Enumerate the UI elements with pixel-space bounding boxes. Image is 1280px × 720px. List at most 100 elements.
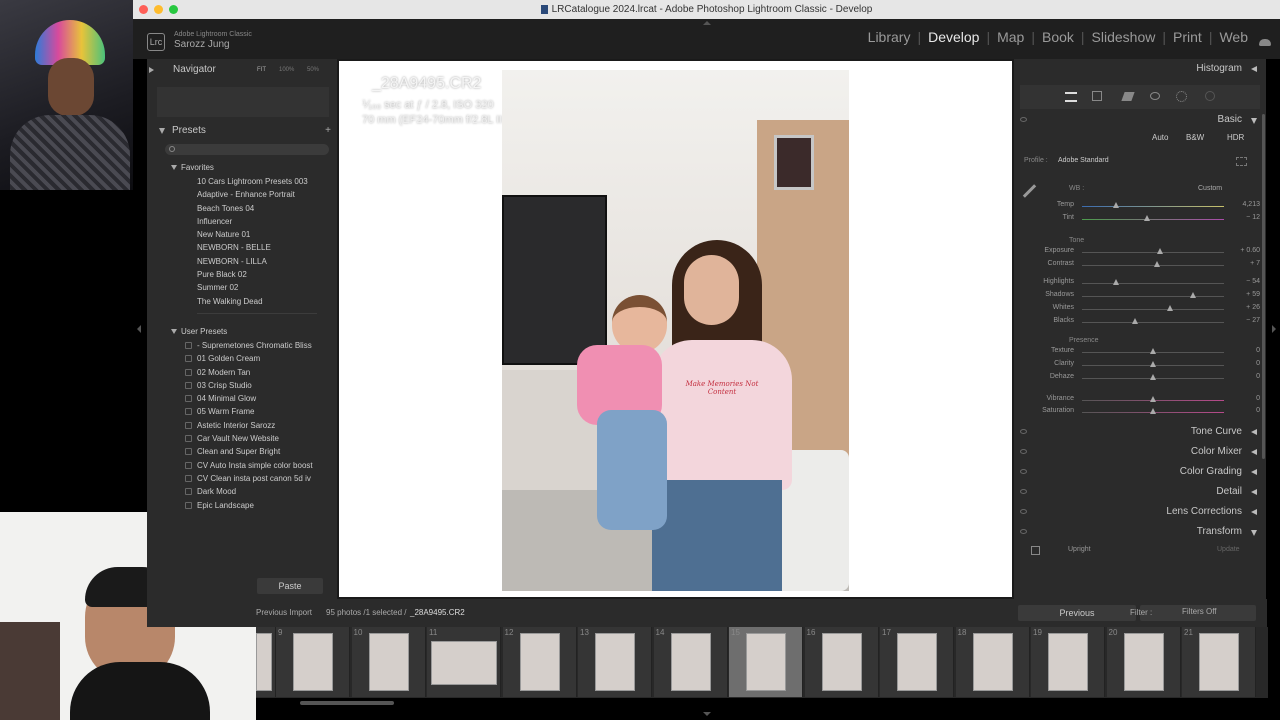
slider-value[interactable]: + 7 (1214, 260, 1260, 267)
presets-header[interactable]: Presets + (147, 122, 337, 140)
preset-item[interactable]: Beach Tones 04 (147, 202, 337, 215)
close-window-button[interactable] (139, 5, 148, 14)
hdr-button[interactable]: HDR (1227, 133, 1244, 142)
slider-whites[interactable]: Whites + 26 (1034, 304, 1260, 316)
slider-track[interactable] (1082, 252, 1224, 253)
right-panel-toggle-icon[interactable] (1272, 325, 1276, 333)
preset-item[interactable]: NEWBORN - BELLE (147, 241, 337, 254)
slider-thumb[interactable] (1157, 248, 1164, 254)
slider-value[interactable]: − 27 (1214, 317, 1260, 324)
slider-track[interactable] (1082, 296, 1224, 297)
slider-thumb[interactable] (1150, 361, 1156, 367)
preset-item[interactable]: - Supremetones Chromatic Bliss (147, 339, 337, 352)
section-collapse-icon[interactable] (1251, 509, 1257, 515)
slider-track[interactable] (1082, 219, 1224, 220)
slider-value[interactable]: 0 (1214, 407, 1260, 414)
preset-search[interactable] (165, 144, 329, 155)
filmstrip[interactable]: 9 10 11 12 13 14 15 16 17 18 19 20 21 (256, 627, 1268, 698)
transform-tool-icon[interactable] (1031, 546, 1040, 555)
healing-tool-icon[interactable] (1121, 92, 1135, 101)
slider-thumb[interactable] (1154, 261, 1161, 267)
current-file[interactable]: _28A9495.CR2 (410, 608, 465, 617)
zoom-window-button[interactable] (169, 5, 178, 14)
preset-item[interactable]: 04 Minimal Glow (147, 392, 337, 405)
right-scrollbar[interactable] (1262, 114, 1265, 459)
slider-track[interactable] (1082, 322, 1224, 323)
navigator-header[interactable]: Navigator FIT 100% 50% (147, 61, 337, 79)
section-transform[interactable]: Transform (1014, 522, 1266, 542)
slider-saturation[interactable]: Saturation 0 (1034, 407, 1260, 419)
navigator-preview[interactable] (157, 87, 329, 117)
add-preset-icon[interactable]: + (325, 122, 331, 140)
filmstrip-thumb[interactable] (821, 633, 862, 691)
section-collapse-icon[interactable] (1251, 429, 1257, 435)
source-label[interactable]: Previous Import (256, 608, 312, 617)
filmstrip-cell[interactable]: 9 (276, 627, 350, 697)
filmstrip-thumb[interactable] (1123, 633, 1164, 691)
module-web[interactable]: Web (1217, 29, 1250, 45)
filmstrip-cell[interactable]: 21 (1182, 627, 1256, 697)
red-eye-tool-icon[interactable] (1150, 92, 1160, 100)
slider-track[interactable] (1082, 283, 1224, 284)
filmstrip-cell[interactable]: 11 (427, 627, 501, 697)
update-button[interactable]: Update (1217, 546, 1240, 553)
preset-item[interactable]: Epic Landscape (147, 499, 337, 512)
section-collapse-icon[interactable] (1251, 449, 1257, 455)
preset-item[interactable]: 03 Crisp Studio (147, 379, 337, 392)
slider-blacks[interactable]: Blacks − 27 (1034, 317, 1260, 329)
filmstrip-scrollbar[interactable] (300, 701, 394, 705)
profile-browser-icon[interactable] (1236, 157, 1247, 166)
basic-eye-icon[interactable] (1020, 117, 1027, 122)
slider-highlights[interactable]: Highlights − 54 (1034, 278, 1260, 290)
filmstrip-thumb[interactable] (368, 633, 409, 691)
develop-photo[interactable]: Make Memories Not Content (502, 70, 849, 591)
preset-item[interactable]: New Nature 01 (147, 228, 337, 241)
filmstrip-thumb[interactable] (897, 633, 937, 691)
slider-track[interactable] (1082, 265, 1224, 266)
histogram-header[interactable]: Histogram (1014, 59, 1266, 79)
module-print[interactable]: Print (1171, 29, 1204, 45)
slider-value[interactable]: 0 (1214, 347, 1260, 354)
section-eye-icon[interactable] (1020, 429, 1027, 434)
paste-button[interactable]: Paste (257, 578, 323, 594)
wb-eyedropper-icon[interactable] (1022, 184, 1037, 198)
presets-tool-icon[interactable] (1205, 91, 1215, 101)
preset-item[interactable]: The Walking Dead (147, 295, 337, 308)
preset-item[interactable]: Summer 02 (147, 281, 337, 294)
module-library[interactable]: Library (866, 29, 913, 45)
slider-value[interactable]: 0 (1214, 395, 1260, 402)
slider-track[interactable] (1082, 309, 1224, 310)
section-eye-icon[interactable] (1020, 449, 1027, 454)
filmstrip-thumb[interactable] (256, 633, 272, 691)
module-slideshow[interactable]: Slideshow (1090, 29, 1158, 45)
filmstrip-thumb[interactable] (1048, 633, 1088, 691)
filmstrip-thumb[interactable] (972, 633, 1013, 691)
slider-thumb[interactable] (1150, 396, 1156, 402)
section-eye-icon[interactable] (1020, 469, 1027, 474)
preset-item[interactable]: NEWBORN - LILLA (147, 255, 337, 268)
slider-thumb[interactable] (1131, 318, 1138, 324)
bw-button[interactable]: B&W (1186, 133, 1204, 142)
section-lens-corrections[interactable]: Lens Corrections (1014, 502, 1266, 522)
filmstrip-thumb[interactable] (431, 641, 497, 685)
slider-thumb[interactable] (1150, 348, 1156, 354)
sliders-tool-icon[interactable] (1065, 92, 1077, 102)
preset-item[interactable]: Adaptive - Enhance Portrait (147, 188, 337, 201)
slider-value[interactable]: 0 (1214, 360, 1260, 367)
slider-value[interactable]: + 0.60 (1214, 247, 1260, 254)
preset-item[interactable]: 02 Modern Tan (147, 366, 337, 379)
slider-thumb[interactable] (1189, 292, 1196, 298)
slider-thumb[interactable] (1150, 374, 1156, 380)
crop-tool-icon[interactable] (1092, 91, 1102, 101)
module-develop[interactable]: Develop (926, 29, 981, 45)
filmstrip-toggle-icon[interactable] (703, 712, 711, 716)
histogram-collapse-icon[interactable] (1251, 66, 1257, 72)
section-expand-icon[interactable] (1251, 530, 1257, 536)
slider-track[interactable] (1082, 206, 1224, 207)
slider-value[interactable]: − 12 (1214, 214, 1260, 221)
slider-clarity[interactable]: Clarity 0 (1034, 360, 1260, 372)
auto-button[interactable]: Auto (1152, 133, 1168, 142)
zoom-fit[interactable]: FIT (257, 61, 266, 79)
slider-shadows[interactable]: Shadows + 59 (1034, 291, 1260, 303)
filmstrip-thumb[interactable] (746, 633, 786, 691)
